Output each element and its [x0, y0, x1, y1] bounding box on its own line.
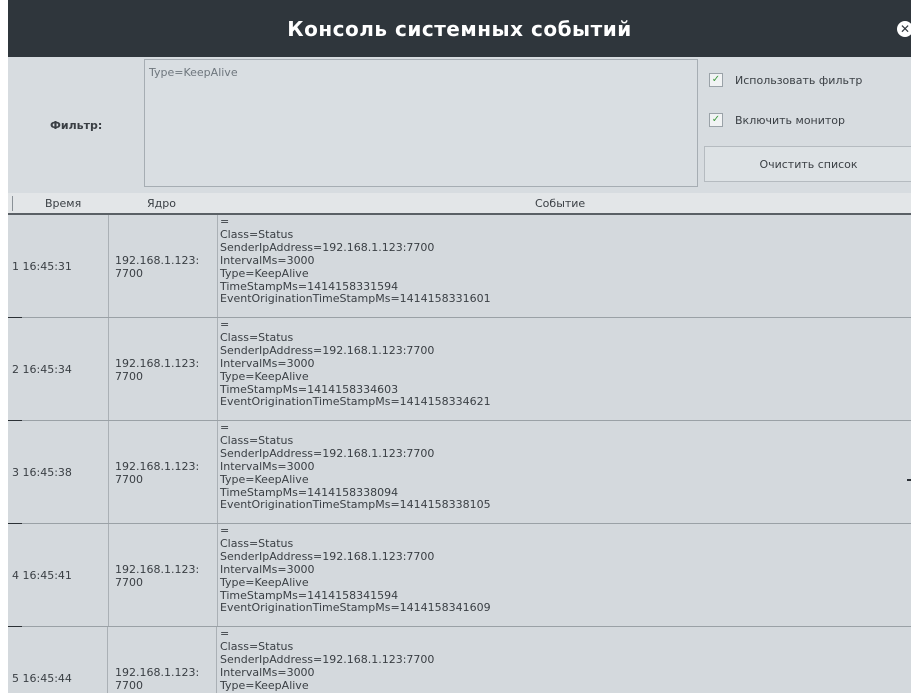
- window-title: Консоль системных событий: [287, 16, 632, 41]
- table-row[interactable]: 5 16:45:44 192.168.1.123: 7700 = Class=St…: [8, 627, 911, 693]
- event-console-window: Консоль системных событий ✕ Фильтр: Type…: [8, 0, 911, 693]
- enable-monitor-label: Включить монитор: [735, 113, 846, 127]
- title-bar: Консоль системных событий ✕: [8, 0, 911, 57]
- scrollbar-marker[interactable]: [907, 479, 911, 481]
- core-cell: 192.168.1.123: 7700: [109, 215, 218, 318]
- enable-monitor-checkbox[interactable]: ✓: [709, 113, 723, 127]
- event-cell: = Class=Status SenderIpAddress=192.168.1…: [220, 215, 491, 306]
- event-list[interactable]: 1 16:45:31 192.168.1.123: 7700 = Class=St…: [8, 215, 911, 693]
- time-cell: 3 16:45:38: [8, 421, 109, 524]
- use-filter-checkbox-row[interactable]: ✓ Использовать фильтр: [709, 73, 862, 87]
- clear-list-button[interactable]: Очистить список: [704, 146, 911, 182]
- column-header-core[interactable]: Ядро: [147, 197, 176, 210]
- enable-monitor-checkbox-row[interactable]: ✓ Включить монитор: [709, 113, 845, 127]
- event-cell: = Class=Status SenderIpAddress=192.168.1…: [220, 524, 491, 615]
- core-cell: 192.168.1.123: 7700: [109, 524, 218, 627]
- use-filter-label: Использовать фильтр: [735, 73, 863, 87]
- core-cell: 192.168.1.123: 7700: [109, 627, 217, 693]
- table-row[interactable]: 2 16:45:34 192.168.1.123: 7700 = Class=St…: [8, 318, 911, 422]
- filter-label: Фильтр:: [50, 119, 103, 132]
- time-cell: 4 16:45:41: [8, 524, 109, 627]
- filter-panel: Фильтр: Type=KeepAlive ✓ Использовать фи…: [8, 57, 911, 193]
- event-cell: = Class=Status SenderIpAddress=192.168.1…: [220, 627, 435, 692]
- close-icon[interactable]: ✕: [897, 21, 911, 37]
- header-divider: [12, 196, 13, 211]
- column-header-event[interactable]: Событие: [535, 197, 585, 210]
- table-header: Время Ядро Событие: [8, 193, 911, 215]
- table-row[interactable]: 1 16:45:31 192.168.1.123: 7700 = Class=St…: [8, 215, 911, 319]
- filter-textarea[interactable]: Type=KeepAlive: [144, 59, 698, 187]
- table-row[interactable]: 3 16:45:38 192.168.1.123: 7700 = Class=St…: [8, 421, 911, 525]
- time-cell: 2 16:45:34: [8, 318, 109, 421]
- event-cell: = Class=Status SenderIpAddress=192.168.1…: [220, 318, 491, 409]
- time-cell: 1 16:45:31: [8, 215, 109, 318]
- table-row[interactable]: 4 16:45:41 192.168.1.123: 7700 = Class=St…: [8, 524, 911, 628]
- event-cell: = Class=Status SenderIpAddress=192.168.1…: [220, 421, 491, 512]
- core-cell: 192.168.1.123: 7700: [109, 318, 218, 421]
- use-filter-checkbox[interactable]: ✓: [709, 73, 723, 87]
- time-cell: 5 16:45:44: [8, 627, 108, 693]
- column-header-time[interactable]: Время: [45, 197, 81, 210]
- core-cell: 192.168.1.123: 7700: [109, 421, 218, 524]
